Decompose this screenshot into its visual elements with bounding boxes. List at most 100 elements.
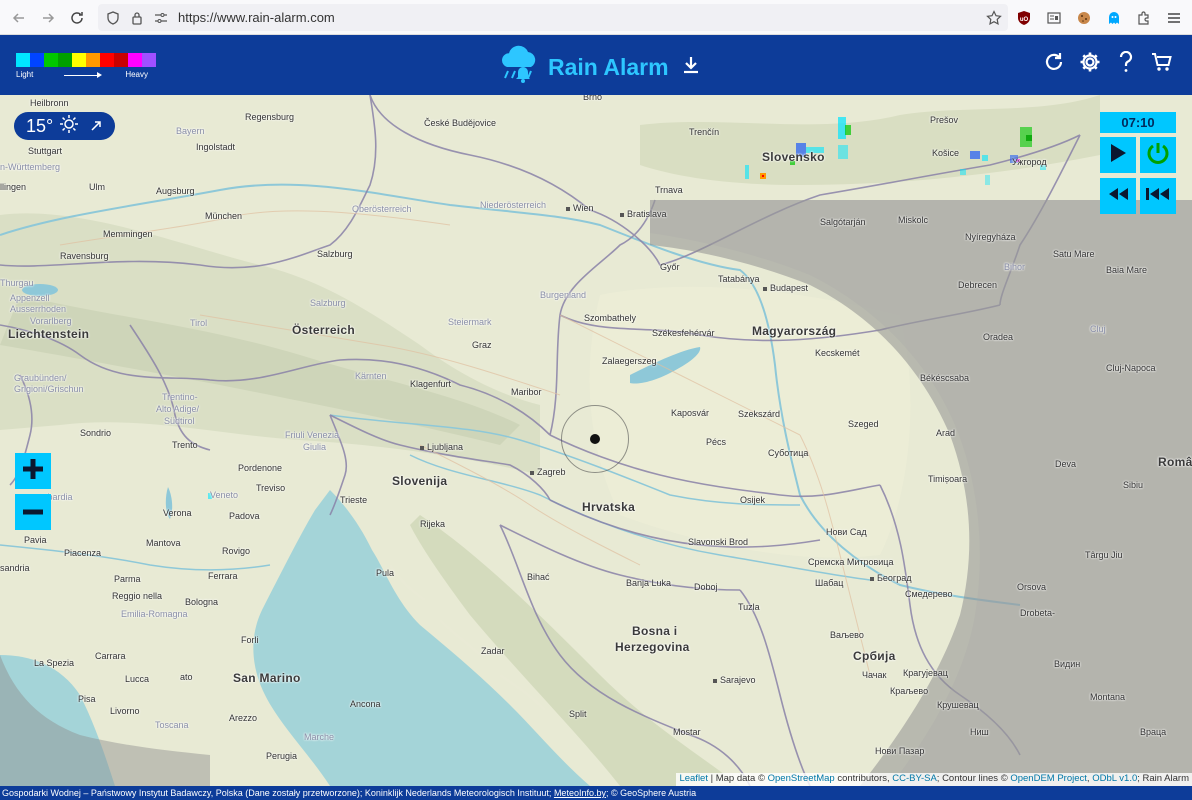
svg-text:uO: uO (1020, 17, 1029, 23)
map-label-city: Trenčín (689, 127, 720, 137)
map-label-city: Pavia (24, 535, 47, 545)
cookie-icon[interactable] (1072, 6, 1096, 30)
map-label-country: Liechtenstein (8, 327, 90, 341)
url-text[interactable]: https://www.rain-alarm.com (178, 10, 335, 25)
footer-text: Gospodarki Wodnej – Państwowy Instytut B… (2, 788, 554, 798)
map-label-city: Montana (1090, 692, 1126, 702)
menu-icon[interactable] (1162, 6, 1186, 30)
rewind-button[interactable] (1100, 178, 1136, 214)
odbl-link[interactable]: ODbL v1.0 (1092, 773, 1137, 784)
location-marker[interactable] (590, 434, 600, 444)
map-label-city: Szombathely (584, 313, 637, 323)
map-label-region: Toscana (155, 720, 189, 730)
map-label-region: Cluj (1090, 324, 1106, 334)
leaflet-link[interactable]: Leaflet (679, 773, 708, 784)
map-label-city: Ulm (89, 182, 105, 192)
map-label-city: Timișoara (928, 474, 968, 484)
map-label-city: Ancona (350, 699, 381, 709)
help-button[interactable] (1114, 50, 1138, 79)
map-label-region: Giulia (303, 442, 327, 452)
map-label-city: Sibiu (1123, 480, 1144, 490)
map-label-country: Slovenija (392, 474, 448, 488)
map-label-capital: Wien (566, 203, 594, 213)
map-label-city: Чачак (862, 670, 887, 680)
skip-to-start-button[interactable] (1140, 178, 1176, 214)
settings-button[interactable] (1078, 51, 1102, 79)
map-label-region: Thurgau (0, 278, 34, 288)
bookmark-star-icon[interactable] (982, 6, 1006, 30)
cart-button[interactable] (1150, 51, 1174, 79)
map-label-city: Ravensburg (60, 251, 109, 261)
map-label-country: San Marino (233, 671, 301, 685)
map-label-region: Tirol (190, 318, 208, 328)
download-icon[interactable] (683, 56, 699, 79)
legend-swatch (58, 53, 72, 67)
map-label-city: Nyíregyháza (965, 232, 1016, 242)
ghost-icon[interactable] (1102, 6, 1126, 30)
osm-link[interactable]: OpenStreetMap (768, 773, 835, 784)
map-label-region: n-Württemberg (0, 162, 61, 172)
map-label-city: Rovigo (222, 546, 251, 556)
map-label-city: Piacenza (64, 548, 102, 558)
back-icon[interactable] (4, 3, 34, 33)
legend-heavy-label: Heavy (125, 70, 148, 79)
extension-icons: uO (982, 6, 1186, 30)
map-label-region: Kärnten (355, 371, 387, 381)
map-label-country: Slovensko (762, 150, 825, 164)
map-label-city: Сремска Митровица (808, 557, 894, 567)
map-label-city: Tuzla (738, 602, 760, 612)
map-label-city: Pécs (706, 437, 727, 447)
attribution-text: | Map data © (707, 773, 768, 784)
attribution-text: ; Rain Alarm (1137, 773, 1189, 784)
extensions-puzzle-icon[interactable] (1132, 6, 1156, 30)
map-label-city: Нови Сад (826, 527, 867, 537)
map-label-city: Szekszárd (738, 409, 781, 419)
shield-icon[interactable] (104, 9, 122, 27)
legend-swatch (72, 53, 86, 67)
map-label-city: sandria (0, 563, 30, 573)
map-label-city: Livorno (110, 706, 140, 716)
legend-swatch (44, 53, 58, 67)
map-label-city: Regensburg (245, 112, 295, 122)
map-label-city: Memmingen (103, 229, 153, 239)
attribution-text: ; Contour lines © (936, 773, 1011, 784)
map-label-city: České Budějovice (424, 118, 497, 128)
map-label-city: Pula (376, 568, 395, 578)
meteoinfo-link[interactable]: MeteoInfo.by (554, 788, 606, 798)
map-label-city: Orsova (1017, 582, 1047, 592)
url-bar[interactable]: https://www.rain-alarm.com (98, 4, 1008, 31)
reader-icon[interactable] (1042, 6, 1066, 30)
play-icon (1109, 143, 1127, 168)
ublock-icon[interactable]: uO (1012, 6, 1036, 30)
opendem-link[interactable]: OpenDEM Project (1010, 773, 1087, 784)
data-sources-footer: Gospodarki Wodnej – Państwowy Instytut B… (0, 786, 1192, 800)
current-weather-pill[interactable]: 15° (14, 112, 115, 140)
ccbysa-link[interactable]: CC-BY-SA (892, 773, 937, 784)
map-label-city: Salgótarján (820, 217, 866, 227)
skip-back-icon (1145, 187, 1171, 206)
refresh-button[interactable] (1042, 51, 1066, 79)
map-label-city: llingen (0, 182, 27, 192)
zoom-in-button[interactable] (15, 453, 51, 489)
radar-time-label: 07:10 (1100, 112, 1176, 133)
permissions-icon[interactable] (152, 9, 170, 27)
brand[interactable]: Rain Alarm (498, 45, 699, 90)
map-label-city: München (205, 211, 243, 221)
power-button[interactable] (1140, 137, 1176, 173)
map-label-capital: Ljubljana (420, 442, 463, 452)
map-label-city: Trento (172, 440, 198, 450)
map-label-region: Burgenland (540, 290, 587, 300)
map-label-city: Kaposvár (671, 408, 710, 418)
map-label-city: Parma (114, 574, 141, 584)
map-label-city: Reggio nella (112, 591, 163, 601)
reload-icon[interactable] (62, 3, 92, 33)
legend-swatch (100, 53, 114, 67)
lock-icon[interactable] (128, 9, 146, 27)
forward-icon[interactable] (33, 3, 63, 33)
map-label-capital: Sarajevo (713, 675, 756, 685)
play-button[interactable] (1100, 137, 1136, 173)
map-label-region: Südtirol (164, 416, 195, 426)
zoom-out-button[interactable] (15, 494, 51, 530)
map-label-city: Ferrara (208, 571, 238, 581)
header-actions (1042, 50, 1174, 79)
